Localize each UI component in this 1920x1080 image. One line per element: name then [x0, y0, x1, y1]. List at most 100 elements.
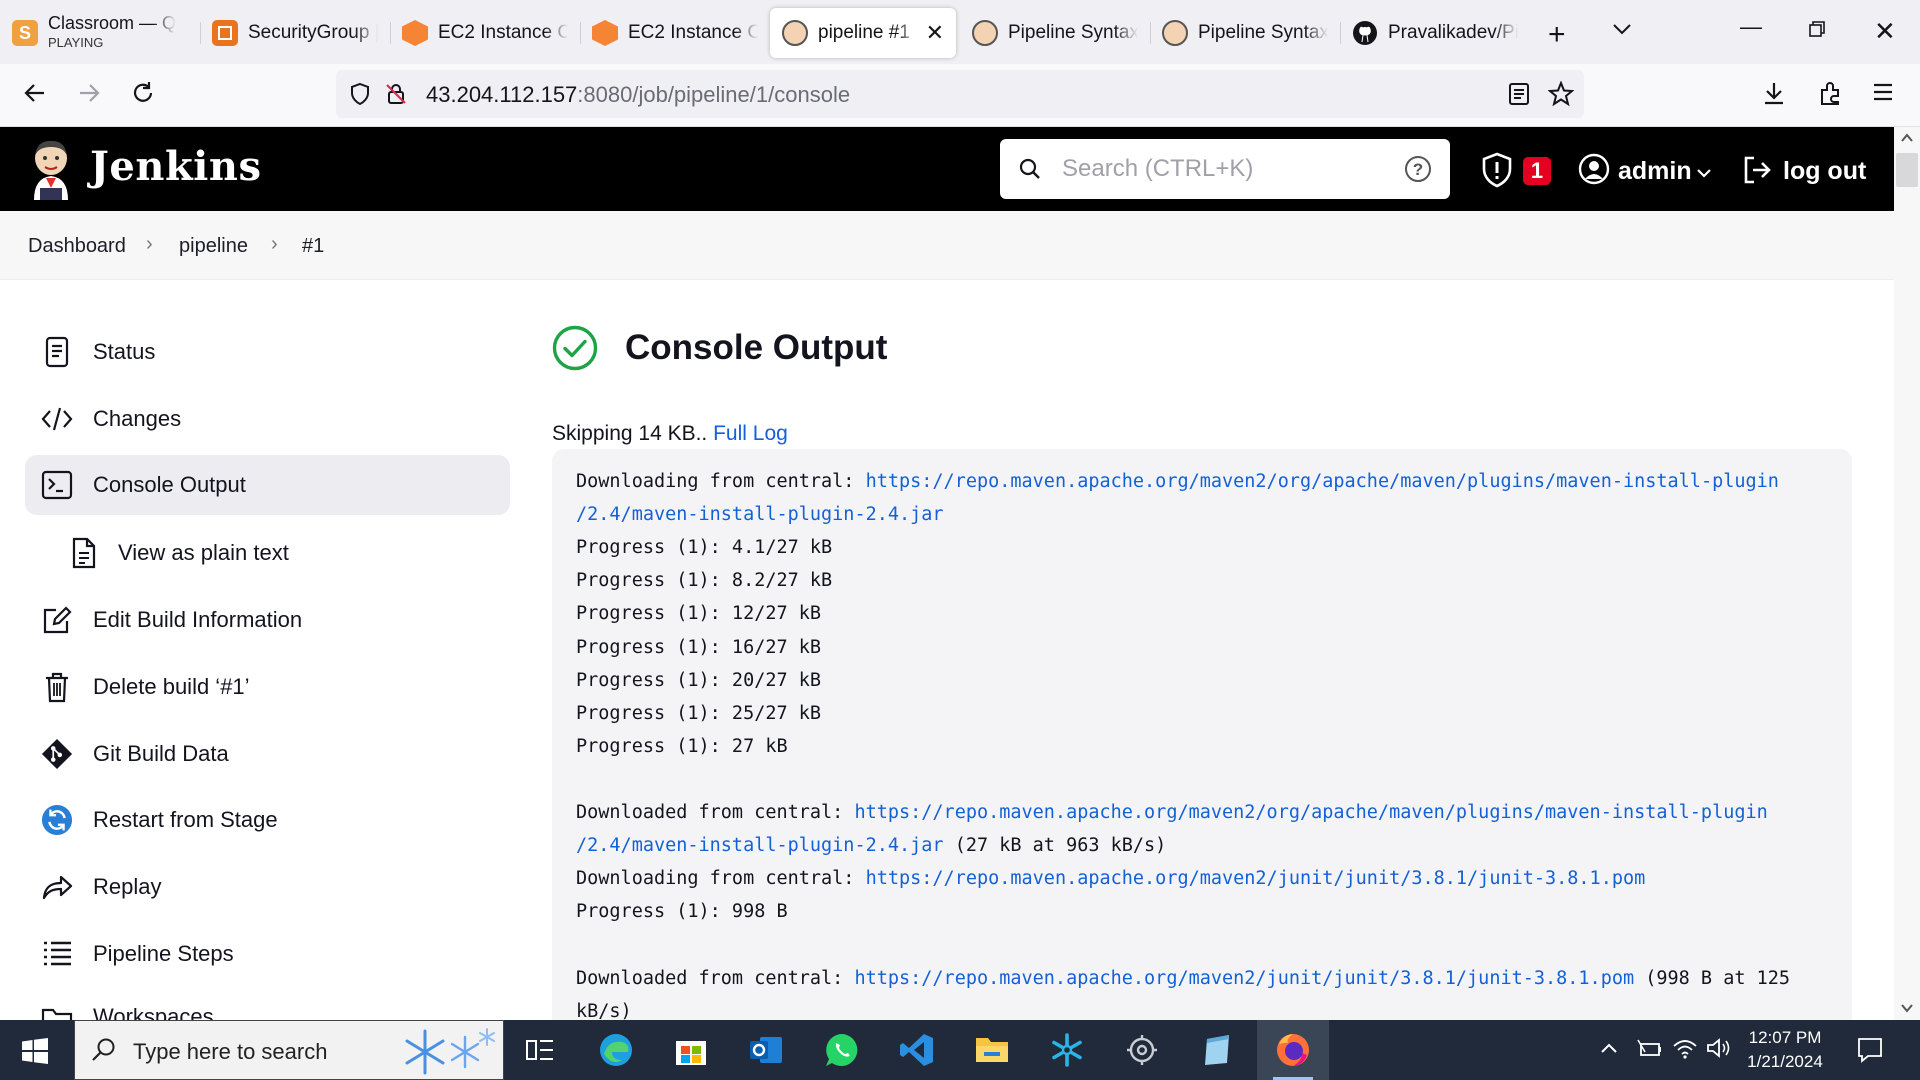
sidebar-item-label: Replay — [93, 874, 162, 899]
reload-icon[interactable] — [130, 80, 156, 106]
bookmark-star-icon[interactable] — [1548, 81, 1574, 107]
tray-chevron-up-icon[interactable] — [1600, 1042, 1618, 1054]
taskbar-clock[interactable]: 12:07 PM 1/21/2024 — [1730, 1026, 1840, 1074]
volume-icon[interactable] — [1706, 1036, 1732, 1060]
breadcrumb-dashboard[interactable]: Dashboard — [28, 235, 126, 258]
list-all-tabs-icon[interactable] — [1612, 22, 1632, 36]
restore-icon[interactable] — [1808, 20, 1826, 38]
vscode-icon[interactable] — [897, 1030, 937, 1070]
user-menu-label[interactable]: admin — [1618, 157, 1692, 186]
tab-classroom[interactable]: S Classroom — Q PLAYING — [0, 8, 200, 58]
chevron-right-icon: › — [146, 233, 153, 255]
sidebar-item-edit-build-info[interactable]: Edit Build Information — [25, 590, 510, 650]
sidebar-item-label: Git Build Data — [93, 741, 229, 766]
chevron-down-icon[interactable] — [1696, 167, 1712, 179]
sidebar-item-label: Console Output — [93, 472, 246, 497]
insecure-lock-icon[interactable] — [384, 82, 408, 106]
console-line: Progress (1): 25/27 kB — [576, 703, 821, 724]
minimize-icon[interactable]: — — [1740, 14, 1762, 40]
tab-pipeline-syntax-2[interactable]: Pipeline Syntax — [1150, 8, 1340, 58]
task-view-icon[interactable] — [520, 1030, 560, 1070]
url-bar[interactable]: 43.204.112.157:8080/job/pipeline/1/conso… — [336, 70, 1584, 118]
breadcrumb-pipeline[interactable]: pipeline — [179, 235, 248, 258]
edge-icon[interactable] — [596, 1030, 636, 1070]
firefox-icon[interactable] — [1273, 1030, 1313, 1070]
sidebar-item-restart-from-stage[interactable]: Restart from Stage — [25, 790, 510, 850]
downloads-icon[interactable] — [1762, 80, 1786, 106]
reader-view-icon[interactable] — [1508, 82, 1530, 106]
url-text[interactable]: 43.204.112.157:8080/job/pipeline/1/conso… — [426, 82, 850, 108]
windows-taskbar: Type here to search 12:07 PM 1/21/2024 — [0, 1020, 1920, 1080]
console-text: Downloaded from central: — [576, 967, 855, 989]
battery-icon[interactable] — [1636, 1038, 1662, 1060]
github-icon — [1352, 20, 1378, 46]
tab-securitygroup[interactable]: SecurityGroup | — [200, 8, 390, 58]
console-link[interactable]: /2.4/maven-install-plugin-2.4.jar — [576, 504, 944, 525]
tab-title: Pravalikadev/Pi — [1388, 22, 1518, 43]
whatsapp-icon[interactable] — [822, 1030, 862, 1070]
sidebar-item-status[interactable]: Status — [25, 322, 510, 382]
tab-ec2-instance-1[interactable]: EC2 Instance Co — [390, 8, 580, 58]
menu-icon[interactable] — [1872, 82, 1894, 102]
sidebar-item-workspaces[interactable]: Workspaces — [25, 990, 510, 1020]
jenkins-icon — [1162, 20, 1188, 46]
jenkins-brand-text[interactable]: Jenkins — [90, 143, 261, 190]
scroll-down-icon[interactable] — [1901, 1003, 1913, 1013]
sidebar-item-label: Edit Build Information — [93, 607, 303, 632]
tab-pipeline-console[interactable]: pipeline #1 C ✕ — [770, 8, 956, 58]
console-line: Progress (1): 20/27 kB — [576, 670, 821, 691]
sidebar-item-pipeline-steps[interactable]: Pipeline Steps — [25, 924, 510, 984]
console-line: /2.4/maven-install-plugin-2.4.jar (27 kB… — [576, 835, 1166, 856]
notification-center-icon[interactable] — [1856, 1036, 1884, 1064]
extensions-icon[interactable] — [1818, 80, 1844, 106]
microsoft-store-icon[interactable] — [671, 1030, 711, 1070]
app-snowflake-icon[interactable] — [1047, 1030, 1087, 1070]
console-link[interactable]: https://repo.maven.apache.org/maven2/jun… — [854, 968, 1634, 989]
user-avatar-icon[interactable] — [1578, 153, 1610, 185]
folder-icon — [41, 1004, 73, 1020]
search-box[interactable]: ? — [1000, 139, 1450, 199]
sidebar-item-replay[interactable]: Replay — [25, 857, 510, 917]
chevron-right-icon: › — [271, 233, 278, 255]
security-alert-badge[interactable]: 1 — [1523, 157, 1551, 185]
sidebar-item-changes[interactable]: Changes — [25, 389, 510, 449]
console-link[interactable]: /2.4/maven-install-plugin-2.4.jar — [576, 835, 944, 856]
file-explorer-icon[interactable] — [972, 1030, 1012, 1070]
back-icon[interactable] — [22, 80, 48, 106]
console-link[interactable]: https://repo.maven.apache.org/maven2/jun… — [866, 868, 1646, 889]
notepad-app-icon[interactable] — [1197, 1030, 1237, 1070]
scroll-up-icon[interactable] — [1901, 133, 1913, 143]
breadcrumb-build[interactable]: #1 — [302, 235, 324, 258]
logout-icon[interactable] — [1742, 155, 1772, 185]
close-window-icon[interactable]: ✕ — [1874, 16, 1896, 47]
sidebar-item-label: Pipeline Steps — [93, 941, 234, 966]
console-link[interactable]: https://repo.maven.apache.org/maven2/org… — [866, 471, 1779, 492]
new-tab-icon[interactable]: + — [1548, 18, 1566, 52]
help-icon[interactable]: ? — [1404, 155, 1432, 183]
search-input[interactable] — [1060, 151, 1384, 187]
windows-start-icon[interactable] — [22, 1038, 48, 1064]
vertical-scrollbar[interactable] — [1894, 127, 1920, 1020]
app-gear-icon[interactable] — [1122, 1030, 1162, 1070]
full-log-link[interactable]: Full Log — [713, 422, 788, 445]
close-tab-icon[interactable]: ✕ — [926, 20, 944, 46]
forward-icon[interactable] — [76, 80, 102, 106]
jenkins-logo-icon[interactable] — [28, 138, 74, 200]
security-shield-icon[interactable] — [1481, 152, 1513, 188]
console-link[interactable]: https://repo.maven.apache.org/maven2/org… — [854, 802, 1767, 823]
sidebar-item-console-output[interactable]: Console Output — [25, 455, 510, 515]
tab-pipeline-syntax-1[interactable]: Pipeline Syntax — [960, 8, 1150, 58]
taskbar-search-box[interactable]: Type here to search — [74, 1020, 504, 1080]
sidebar-item-git-build-data[interactable]: Git Build Data — [25, 724, 510, 784]
console-text: Downloading from central: — [576, 471, 866, 492]
sidebar-item-delete-build[interactable]: Delete build ‘#1’ — [25, 657, 510, 717]
logout-link[interactable]: log out — [1783, 157, 1866, 186]
wifi-icon[interactable] — [1672, 1036, 1698, 1060]
console-text: Downloaded from central: — [576, 802, 855, 823]
tab-ec2-instance-2[interactable]: EC2 Instance Co — [580, 8, 770, 58]
sidebar-item-view-plain-text[interactable]: View as plain text — [25, 523, 510, 583]
outlook-icon[interactable] — [746, 1030, 786, 1070]
tab-github[interactable]: Pravalikadev/Pi — [1340, 8, 1530, 58]
scroll-thumb[interactable] — [1896, 153, 1918, 187]
shield-icon[interactable] — [348, 82, 372, 106]
